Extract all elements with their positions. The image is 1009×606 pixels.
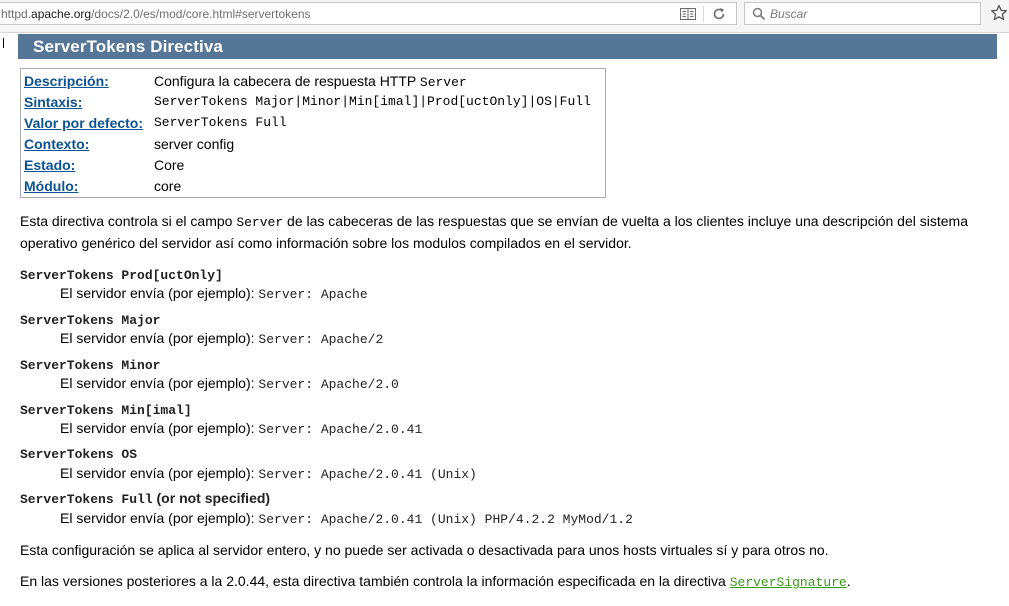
option-name: ServerTokens Minor [20,358,161,373]
url-text[interactable]: httpd.apache.org/docs/2.0/es/mod/core.ht… [1,7,311,21]
version-note: En las versiones posteriores a la 2.0.44… [20,573,851,590]
directive-summary-table: Descripción: Configura la cabecera de re… [20,68,606,198]
address-bar[interactable]: httpd.apache.org/docs/2.0/es/mod/core.ht… [0,2,737,25]
text-cursor [3,38,4,48]
serversignature-link[interactable]: ServerSignature [730,575,847,590]
context-value: server config [154,136,235,152]
module-value: core [154,178,182,194]
option-name: ServerTokens Major [20,313,161,328]
module-link[interactable]: Módulo: [24,178,78,194]
page-title: ServerTokens Directiva [33,37,223,56]
status-value: Core [154,157,185,173]
reload-icon[interactable] [712,7,726,21]
syntax-value: ServerTokens Major|Minor|Min[imal]|Prod[… [154,94,591,109]
intro-paragraph: Esta directiva controla si el campo Serv… [20,213,968,251]
scope-note: Esta configuración se aplica al servidor… [20,542,829,558]
option-description: El servidor envía (por ejemplo): Server:… [60,465,477,482]
context-link[interactable]: Contexto: [24,136,89,152]
search-icon [752,7,766,21]
url-separator [703,6,704,22]
option-description: El servidor envía (por ejemplo): Server:… [60,375,399,392]
option-name: ServerTokens Full (or not specified) [20,490,271,507]
syntax-link[interactable]: Sintaxis: [24,94,82,110]
option-name: ServerTokens OS [20,447,138,462]
search-bar[interactable] [744,2,981,25]
search-input[interactable] [770,5,970,22]
bookmark-star-icon[interactable] [990,4,1008,22]
directive-header: ServerTokens Directiva [18,34,997,59]
option-name: ServerTokens Prod[uctOnly] [20,268,223,283]
default-link[interactable]: Valor por defecto: [24,115,143,131]
default-value: ServerTokens Full [154,115,287,130]
description-value: Configura la cabecera de respuesta HTTP … [154,73,467,90]
option-description: El servidor envía (por ejemplo): Server:… [60,510,633,527]
status-link[interactable]: Estado: [24,157,75,173]
option-description: El servidor envía (por ejemplo): Server:… [60,330,384,347]
option-description: El servidor envía (por ejemplo): Server:… [60,285,368,302]
reader-view-icon[interactable] [680,7,696,21]
browser-toolbar: httpd.apache.org/docs/2.0/es/mod/core.ht… [0,0,1009,33]
description-link[interactable]: Descripción: [24,73,109,89]
option-name: ServerTokens Min[imal] [20,403,192,418]
option-description: El servidor envía (por ejemplo): Server:… [60,420,423,437]
